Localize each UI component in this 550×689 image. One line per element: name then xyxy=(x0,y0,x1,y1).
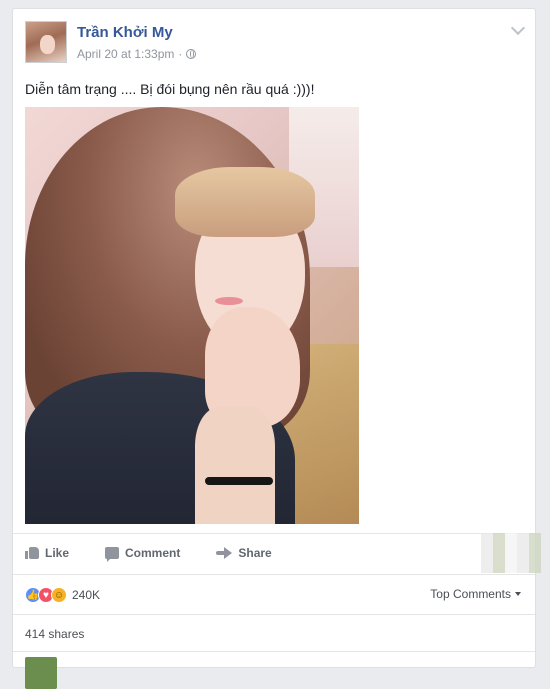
share-arrow-icon xyxy=(216,547,233,559)
chevron-down-icon[interactable] xyxy=(510,20,526,36)
share-button[interactable]: Share xyxy=(216,546,272,560)
blurred-thumbnail xyxy=(481,533,541,573)
author-avatar[interactable] xyxy=(25,21,67,63)
divider xyxy=(13,614,535,615)
photo-wristband xyxy=(205,477,273,485)
haha-reaction-icon: ☺ xyxy=(51,587,67,603)
photo-lips xyxy=(215,297,243,305)
commenter-avatar[interactable] xyxy=(25,657,57,689)
post-timestamp[interactable]: April 20 at 1:33pm xyxy=(77,47,174,61)
meta-separator: · xyxy=(178,47,183,61)
divider xyxy=(13,651,535,652)
globe-icon[interactable] xyxy=(186,49,197,59)
share-label: Share xyxy=(238,546,272,560)
like-button[interactable]: Like xyxy=(25,546,69,560)
shares-count[interactable]: 414 shares xyxy=(25,627,84,641)
divider xyxy=(13,574,535,575)
comment-button[interactable]: Comment xyxy=(105,546,181,562)
photo-arm xyxy=(195,407,275,524)
top-comments-label: Top Comments xyxy=(430,587,511,601)
photo-bangs xyxy=(175,167,315,237)
author-name[interactable]: Trần Khởi My xyxy=(77,24,173,41)
divider xyxy=(13,533,535,534)
comment-icon xyxy=(105,547,120,562)
reaction-count[interactable]: 240K xyxy=(72,588,100,602)
caret-down-icon xyxy=(515,592,521,596)
like-label: Like xyxy=(45,546,70,560)
post-photo[interactable] xyxy=(25,107,359,524)
thumbs-up-icon xyxy=(25,547,39,559)
post-header: Trần Khởi My April 20 at 1:33pm · xyxy=(25,20,526,65)
post-meta: April 20 at 1:33pm · xyxy=(77,47,197,61)
comment-label: Comment xyxy=(125,546,181,560)
post-actions: Like Comment Share xyxy=(25,537,495,569)
top-comments-dropdown[interactable]: Top Comments xyxy=(430,587,521,601)
avatar-face xyxy=(40,35,55,54)
feed-post: Trần Khởi My April 20 at 1:33pm · Diễn t… xyxy=(12,8,541,689)
post-status-text: Diễn tâm trạng .... Bị đói bụng nên rầu … xyxy=(25,81,315,97)
